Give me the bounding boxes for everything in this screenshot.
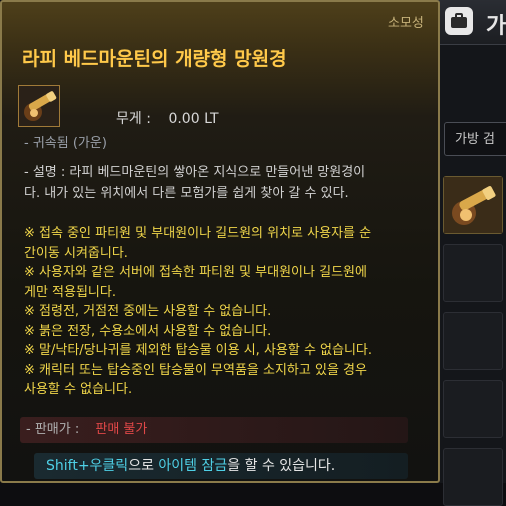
note-line: 게만 적용됩니다. bbox=[24, 284, 116, 300]
sell-price-label: - 판매가 : bbox=[26, 422, 80, 437]
note-line: ※ 접속 중인 파티원 및 부대원이나 길드원의 위치로 사용자를 순 bbox=[24, 226, 372, 241]
binding-status: - 귀속됨 (가운) bbox=[24, 136, 107, 151]
note-line: ※ 점령전, 거점전 중에는 사용할 수 없습니다. bbox=[24, 304, 272, 319]
sell-price-value: 판매 불가 bbox=[95, 422, 148, 437]
note-line: ※ 말/낙타/당나귀를 제외한 탑승물 이용 시, 사용할 수 없습니다. bbox=[24, 343, 373, 358]
inventory-slot[interactable] bbox=[443, 312, 503, 370]
inventory-slot[interactable] bbox=[443, 244, 503, 302]
inventory-slot[interactable] bbox=[443, 380, 503, 438]
hint-keyword: 아이템 잠금 bbox=[158, 458, 228, 474]
bag-icon[interactable] bbox=[445, 7, 473, 35]
telescope-icon bbox=[444, 177, 502, 233]
item-tooltip: 소모성 라피 베드마운틴의 개량형 망원경 무게 : 0.00 LT - 귀속됨… bbox=[0, 0, 440, 483]
lock-hint: Shift+우클릭으로 아이템 잠금을 할 수 있습니다. bbox=[34, 453, 408, 479]
hint-text-end: 을 할 수 있습니다. bbox=[227, 458, 336, 474]
item-category: 소모성 bbox=[388, 16, 424, 31]
sell-price-row: - 판매가 : 판매 불가 bbox=[20, 417, 408, 443]
inventory-title: 가 bbox=[486, 14, 506, 39]
inventory-slot[interactable] bbox=[443, 176, 503, 234]
note-line: ※ 붉은 전장, 수용소에서 사용할 수 없습니다. bbox=[24, 323, 272, 339]
note-line: ※ 캐릭터 또는 탑승중인 탑승물이 무역품을 소지하고 있을 경우 bbox=[24, 362, 367, 378]
description-line: - 설명 : 라피 베드마운틴의 쌓아온 지식으로 만들어낸 망원경이 bbox=[24, 165, 366, 180]
item-description: - 설명 : 라피 베드마운틴의 쌓아온 지식으로 만들어낸 망원경이 다. 내… bbox=[24, 162, 434, 204]
note-line: 간이동 시켜줍니다. bbox=[24, 245, 128, 261]
inventory-search-input[interactable]: 가방 검 bbox=[444, 122, 506, 156]
item-title: 라피 베드마운틴의 개량형 망원경 bbox=[22, 48, 287, 70]
note-line: 사용할 수 없습니다. bbox=[24, 382, 133, 397]
description-line: 다. 내가 있는 위치에서 다른 모험가를 쉽게 찾아 갈 수 있다. bbox=[24, 186, 349, 201]
weight-value: 0.00 LT bbox=[168, 111, 219, 127]
hint-text: 으로 bbox=[128, 458, 159, 474]
hint-key: Shift+우클릭 bbox=[46, 458, 129, 474]
note-line: ※ 사용자와 같은 서버에 접속한 파티원 및 부대원이나 길드원에 bbox=[24, 265, 367, 280]
item-icon-frame bbox=[18, 85, 60, 127]
item-notes: ※ 접속 중인 파티원 및 부대원이나 길드원의 위치로 사용자를 순 간이동 … bbox=[24, 224, 434, 400]
item-weight: 무게 : 0.00 LT bbox=[116, 108, 219, 128]
telescope-icon bbox=[19, 86, 59, 126]
weight-label: 무게 : bbox=[116, 111, 151, 127]
inventory-slot[interactable] bbox=[443, 448, 503, 506]
